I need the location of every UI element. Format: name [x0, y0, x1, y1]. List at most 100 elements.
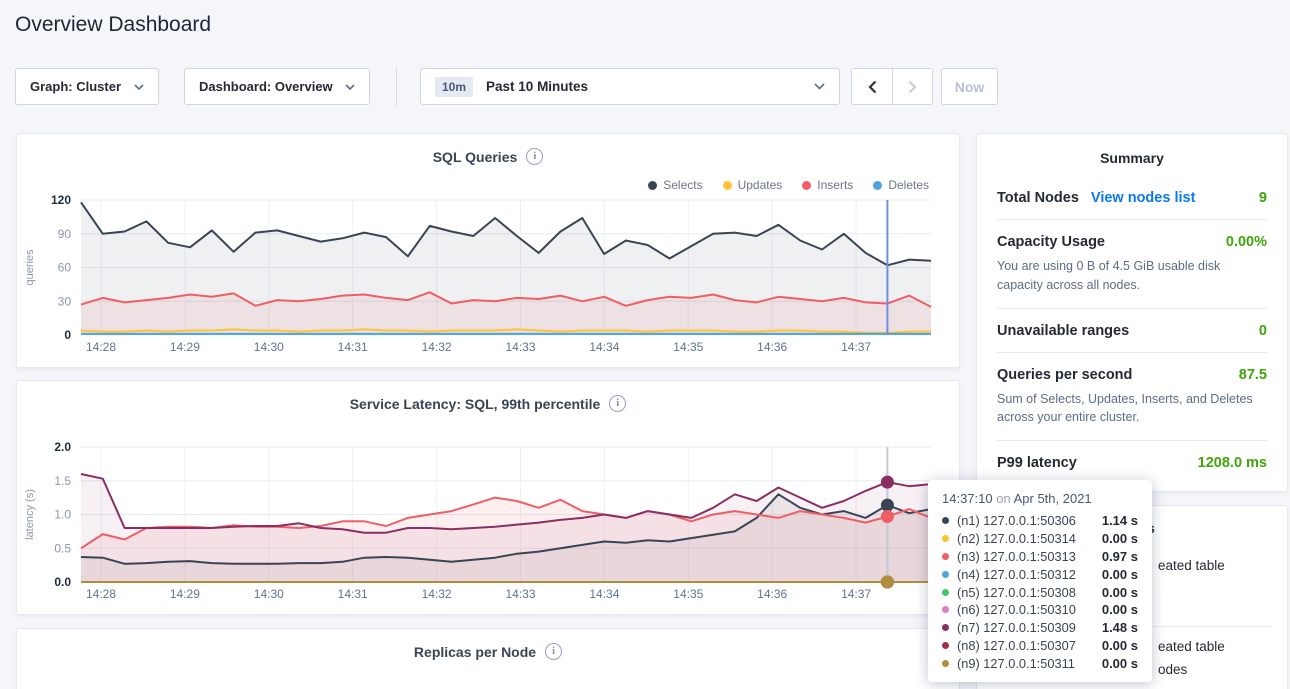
- tooltip-node-value: 0.00 s: [1096, 531, 1138, 546]
- divider: [997, 308, 1267, 309]
- dashboard-dropdown[interactable]: Dashboard: Overview: [184, 68, 370, 105]
- svg-text:14:28: 14:28: [86, 340, 116, 354]
- tooltip-node-label: (n7) 127.0.0.1:50309: [957, 620, 1076, 635]
- graph-dropdown[interactable]: Graph: Cluster: [15, 68, 159, 105]
- tooltip-row: (n2) 127.0.0.1:503140.00 s: [942, 530, 1138, 548]
- divider: [997, 440, 1267, 441]
- node-dot-icon: [942, 606, 949, 613]
- tooltip-node-value: 0.00 s: [1096, 585, 1138, 600]
- time-range-picker[interactable]: 10m Past 10 Minutes: [420, 68, 840, 105]
- service-latency-panel: Service Latency: SQL, 99th percentile i …: [16, 380, 960, 615]
- info-icon[interactable]: i: [526, 148, 543, 165]
- legend-dot-icon: [723, 181, 732, 190]
- tooltip-row: (n6) 127.0.0.1:503100.00 s: [942, 601, 1138, 619]
- qps-label: Queries per second: [997, 367, 1132, 383]
- summary-heading: Summary: [977, 150, 1287, 166]
- p99-latency-value: 1208.0 ms: [1198, 455, 1267, 471]
- tooltip-row: (n7) 127.0.0.1:50309 1.48 s: [942, 619, 1138, 637]
- svg-text:2.0: 2.0: [54, 440, 71, 454]
- svg-text:14:30: 14:30: [254, 340, 284, 354]
- replicas-panel: Replicas per Node i: [16, 628, 960, 689]
- dashboard-dropdown-label: Dashboard: Overview: [199, 79, 333, 94]
- tooltip-row: (n1) 127.0.0.1:503061.14 s: [942, 512, 1138, 530]
- svg-text:14:36: 14:36: [757, 587, 787, 601]
- legend-dot-icon: [648, 181, 657, 190]
- svg-text:14:32: 14:32: [422, 340, 452, 354]
- tooltip-node-label: (n6) 127.0.0.1:50310: [957, 602, 1076, 617]
- tooltip-node-label: (n8) 127.0.0.1:50307: [957, 638, 1076, 653]
- qps-desc: Sum of Selects, Updates, Inserts, and De…: [977, 390, 1287, 428]
- tooltip-node-label: (n1) 127.0.0.1:50306: [957, 513, 1076, 528]
- svg-text:0.0: 0.0: [54, 575, 71, 589]
- unavailable-ranges-value: 0: [1259, 323, 1267, 339]
- svg-text:14:29: 14:29: [170, 340, 200, 354]
- svg-text:120: 120: [51, 193, 71, 207]
- node-dot-icon: [942, 624, 949, 631]
- time-range-badge: 10m: [435, 77, 473, 97]
- sql-queries-panel: SQL Queries i SelectsUpdatesInsertsDelet…: [16, 133, 960, 368]
- svg-text:14:31: 14:31: [338, 340, 368, 354]
- page-title: Overview Dashboard: [15, 13, 211, 37]
- now-button[interactable]: Now: [941, 68, 998, 105]
- capacity-usage-value: 0.00%: [1226, 234, 1267, 250]
- event-item[interactable]: odes: [1158, 662, 1187, 677]
- node-dot-icon: [942, 517, 949, 524]
- time-prev-button[interactable]: [852, 69, 892, 104]
- svg-text:14:28: 14:28: [86, 587, 116, 601]
- chevron-right-icon: [908, 80, 917, 94]
- svg-text:60: 60: [58, 261, 72, 275]
- tooltip-row: (n8) 127.0.0.1:50307 0.00 s: [942, 637, 1138, 655]
- info-icon[interactable]: i: [545, 643, 562, 660]
- svg-text:queries: queries: [24, 249, 36, 286]
- tooltip-node-value: 0.00 s: [1096, 638, 1138, 653]
- node-dot-icon: [942, 589, 949, 596]
- svg-text:14:35: 14:35: [673, 340, 703, 354]
- svg-text:14:30: 14:30: [254, 587, 284, 601]
- divider: [997, 219, 1267, 220]
- svg-text:14:37: 14:37: [841, 340, 871, 354]
- toolbar-divider: [396, 67, 397, 106]
- svg-text:latency (s): latency (s): [24, 489, 36, 540]
- svg-text:14:35: 14:35: [673, 587, 703, 601]
- node-dot-icon: [942, 553, 949, 560]
- chevron-down-icon: [345, 84, 355, 90]
- svg-text:1.0: 1.0: [54, 508, 71, 522]
- svg-text:14:34: 14:34: [589, 340, 619, 354]
- tooltip-row: (n9) 127.0.0.1:503110.00 s: [942, 654, 1138, 672]
- service-latency-chart[interactable]: 14:2814:2914:3014:3114:3214:3314:3414:35…: [17, 437, 961, 613]
- tooltip-rows: (n1) 127.0.0.1:503061.14 s(n2) 127.0.0.1…: [942, 512, 1138, 672]
- summary-row-unavailable: Unavailable ranges 0: [977, 323, 1287, 339]
- sql-queries-title: SQL Queries: [433, 149, 518, 165]
- view-nodes-list-link[interactable]: View nodes list: [1091, 190, 1196, 206]
- svg-text:14:31: 14:31: [338, 587, 368, 601]
- event-item[interactable]: eated table: [1158, 639, 1225, 654]
- tooltip-row: (n4) 127.0.0.1:503120.00 s: [942, 565, 1138, 583]
- tooltip-node-value: 0.97 s: [1096, 549, 1138, 564]
- svg-text:14:37: 14:37: [841, 587, 871, 601]
- chevron-down-icon: [814, 83, 825, 90]
- summary-row-capacity: Capacity Usage 0.00%: [977, 234, 1287, 250]
- svg-text:90: 90: [58, 227, 72, 241]
- svg-text:0: 0: [64, 328, 71, 342]
- svg-text:14:33: 14:33: [505, 587, 535, 601]
- node-dot-icon: [942, 660, 949, 667]
- qps-value: 87.5: [1239, 367, 1267, 383]
- tooltip-node-label: (n4) 127.0.0.1:50312: [957, 567, 1076, 582]
- time-next-button[interactable]: [892, 69, 932, 104]
- svg-text:1.5: 1.5: [54, 474, 71, 488]
- event-item[interactable]: eated table: [1158, 558, 1225, 573]
- svg-text:0.5: 0.5: [54, 541, 71, 555]
- sql-queries-chart[interactable]: 14:2814:2914:3014:3114:3214:3314:3414:35…: [17, 190, 961, 366]
- tooltip-node-label: (n3) 127.0.0.1:50313: [957, 549, 1076, 564]
- svg-text:14:34: 14:34: [589, 587, 619, 601]
- service-latency-title: Service Latency: SQL, 99th percentile: [350, 396, 601, 412]
- total-nodes-label: Total Nodes: [997, 190, 1079, 206]
- svg-text:14:32: 14:32: [422, 587, 452, 601]
- tooltip-node-value: 1.48 s: [1096, 620, 1138, 635]
- time-range-label: Past 10 Minutes: [486, 79, 588, 94]
- node-dot-icon: [942, 571, 949, 578]
- total-nodes-value: 9: [1259, 190, 1267, 206]
- node-dot-icon: [942, 535, 949, 542]
- capacity-usage-desc: You are using 0 B of 4.5 GiB usable disk…: [977, 257, 1287, 295]
- info-icon[interactable]: i: [609, 395, 626, 412]
